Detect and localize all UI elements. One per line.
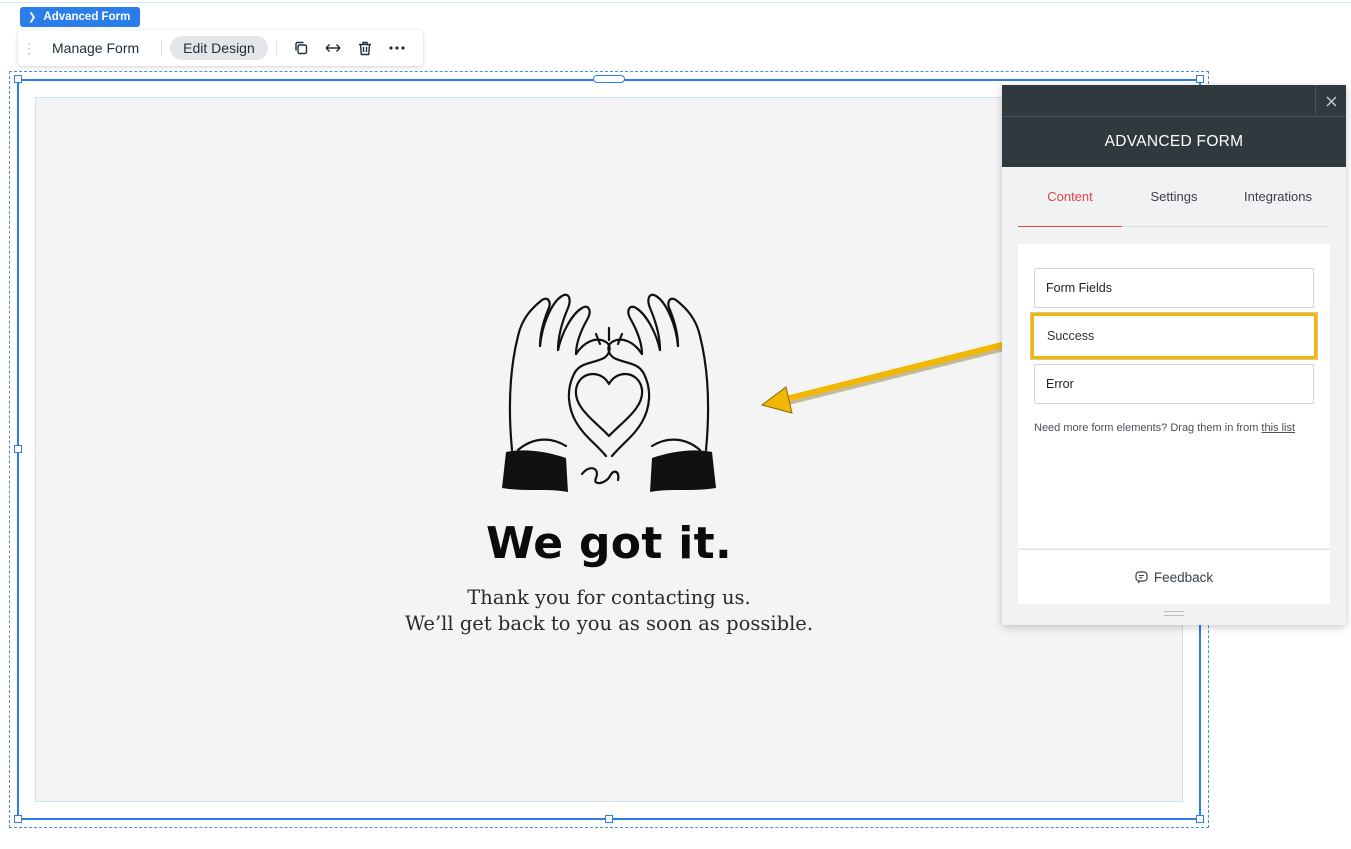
list-item-error[interactable]: Error: [1034, 364, 1314, 404]
close-icon[interactable]: [1315, 85, 1346, 117]
resize-handle[interactable]: [1196, 815, 1204, 823]
content-list: Form Fields Success Error Need more form…: [1018, 244, 1330, 548]
list-item-form-fields[interactable]: Form Fields: [1034, 268, 1314, 308]
edit-design-button[interactable]: Edit Design: [170, 36, 268, 60]
tab-content[interactable]: Content: [1018, 167, 1122, 227]
component-tag-label: Advanced Form: [43, 11, 131, 23]
advanced-form-panel: ADVANCED FORM Content Settings Integrati…: [1002, 85, 1346, 625]
add-elements-hint: Need more form elements? Drag them in fr…: [1034, 419, 1319, 437]
resize-handle[interactable]: [14, 815, 22, 823]
resize-handle[interactable]: [1196, 75, 1204, 83]
resize-handle[interactable]: [14, 445, 22, 453]
component-tag[interactable]: ❯ Advanced Form: [20, 7, 141, 27]
more-actions-icon[interactable]: [381, 36, 413, 60]
this-list-link[interactable]: this list: [1261, 422, 1295, 434]
duplicate-icon[interactable]: [285, 36, 317, 60]
feedback-icon: [1135, 570, 1148, 583]
floating-toolbar: ⋮ Manage Form Edit Design: [18, 30, 423, 66]
panel-top-bar: [1002, 85, 1346, 117]
toolbar-divider: [275, 40, 277, 56]
tab-integrations[interactable]: Integrations: [1226, 167, 1330, 226]
panel-resize-grip[interactable]: [1164, 611, 1184, 616]
panel-title: ADVANCED FORM: [1002, 117, 1346, 167]
top-guide-line: [0, 2, 1351, 3]
panel-tabs: Content Settings Integrations: [1018, 167, 1330, 227]
toolbar-divider: [161, 40, 163, 56]
hint-text: Need more form elements? Drag them in fr…: [1034, 422, 1262, 434]
manage-form-button[interactable]: Manage Form: [38, 37, 153, 59]
resize-handle[interactable]: [605, 815, 613, 823]
delete-icon[interactable]: [349, 36, 381, 60]
stretch-icon[interactable]: [317, 36, 349, 60]
chevron-right-icon: ❯: [28, 11, 37, 23]
drag-handle-icon[interactable]: ⋮: [20, 40, 38, 57]
resize-handle[interactable]: [14, 75, 22, 83]
top-resize-handle[interactable]: [593, 75, 625, 83]
tab-settings[interactable]: Settings: [1122, 167, 1226, 226]
feedback-label: Feedback: [1153, 569, 1214, 585]
feedback-button[interactable]: Feedback: [1018, 549, 1330, 604]
list-item-success[interactable]: Success: [1031, 313, 1317, 359]
heart-hands-illustration: [502, 293, 716, 492]
